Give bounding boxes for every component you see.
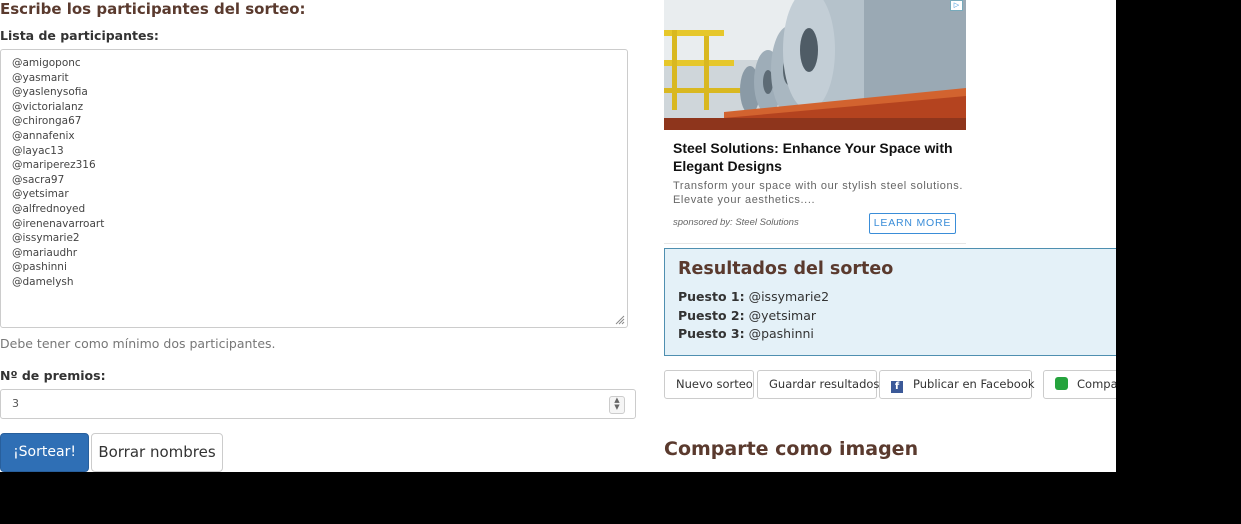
participant-line: @pashinni xyxy=(12,261,67,274)
ad-description: Transform your space with our stylish st… xyxy=(673,180,963,206)
prizes-input[interactable]: 3 ▲ ▼ xyxy=(0,389,636,419)
page: Escribe los participantes del sorteo: Li… xyxy=(0,0,1116,472)
whatsapp-share-button[interactable]: Compar xyxy=(1043,370,1116,399)
participant-line: @mariaudhr xyxy=(12,246,78,259)
form-heading: Escribe los participantes del sorteo: xyxy=(0,0,306,18)
results-title: Resultados del sorteo xyxy=(678,259,894,279)
participant-line: @yaslenysofia xyxy=(12,86,88,99)
ad-image[interactable]: ▷ xyxy=(664,0,966,130)
participant-line: @layac13 xyxy=(12,144,64,157)
participants-label: Lista de participantes: xyxy=(0,28,159,43)
participant-line: @amigoponc xyxy=(12,57,81,69)
participant-line: @victorialanz xyxy=(12,100,84,113)
result-label: Puesto 3: xyxy=(678,326,745,341)
ad-title[interactable]: Steel Solutions: Enhance Your Space with… xyxy=(673,139,958,175)
spinner-icon[interactable]: ▲ ▼ xyxy=(609,396,625,414)
participant-line: @issymarie2 xyxy=(12,232,80,245)
result-label: Puesto 1: xyxy=(678,289,745,304)
adchoices-icon[interactable]: ▷ xyxy=(950,0,963,11)
prizes-label: Nº de premios: xyxy=(0,368,106,383)
whatsapp-share-label: Compar xyxy=(1077,377,1116,391)
prizes-value: 3 xyxy=(12,397,19,410)
save-results-button[interactable]: Guardar resultados xyxy=(757,370,879,399)
participant-line: @chironga67 xyxy=(12,115,82,128)
clear-names-button[interactable]: Borrar nombres xyxy=(91,433,223,472)
ad-sponsor: sponsored by: Steel Solutions xyxy=(673,217,799,228)
facebook-icon: f xyxy=(891,381,903,393)
participant-line: @mariperez316 xyxy=(12,159,96,172)
participant-line: @sacra97 xyxy=(12,173,65,186)
resize-handle-icon[interactable] xyxy=(615,315,625,325)
result-value: @issymarie2 xyxy=(748,289,830,304)
participant-line: @irenenavarroart xyxy=(12,217,105,230)
result-value: @yetsimar xyxy=(748,308,817,323)
result-value: @pashinni xyxy=(748,326,814,341)
share-image-title: Comparte como imagen xyxy=(664,438,919,460)
ad-learn-more-button[interactable]: LEARN MORE xyxy=(869,213,956,234)
results-panel: Resultados del sorteo Puesto 1: @issymar… xyxy=(664,248,1116,356)
participant-line: @alfrednoyed xyxy=(12,202,86,215)
facebook-share-label: Publicar en Facebook xyxy=(913,377,1035,391)
participants-textarea[interactable]: @amigoponc @yasmarit @yaslenysofia @vict… xyxy=(0,49,628,328)
new-draw-button[interactable]: Nuevo sorteo xyxy=(664,370,754,399)
result-row: Puesto 2: @yetsimar xyxy=(678,308,816,323)
result-row: Puesto 3: @pashinni xyxy=(678,326,814,341)
participant-line: @yetsimar xyxy=(12,188,69,201)
whatsapp-icon xyxy=(1055,377,1068,390)
help-text: Debe tener como mínimo dos participantes… xyxy=(0,336,276,351)
facebook-share-button[interactable]: f Publicar en Facebook xyxy=(879,370,1035,399)
participant-line: @annafenix xyxy=(12,129,75,142)
result-label: Puesto 2: xyxy=(678,308,745,323)
participant-line: @damelysh xyxy=(12,275,74,288)
result-row: Puesto 1: @issymarie2 xyxy=(678,289,829,304)
ad-card[interactable]: ▷ Steel Solutions: Enhance Your Space wi… xyxy=(664,0,966,244)
participant-line: @yasmarit xyxy=(12,71,69,84)
draw-button[interactable]: ¡Sortear! xyxy=(0,433,89,472)
